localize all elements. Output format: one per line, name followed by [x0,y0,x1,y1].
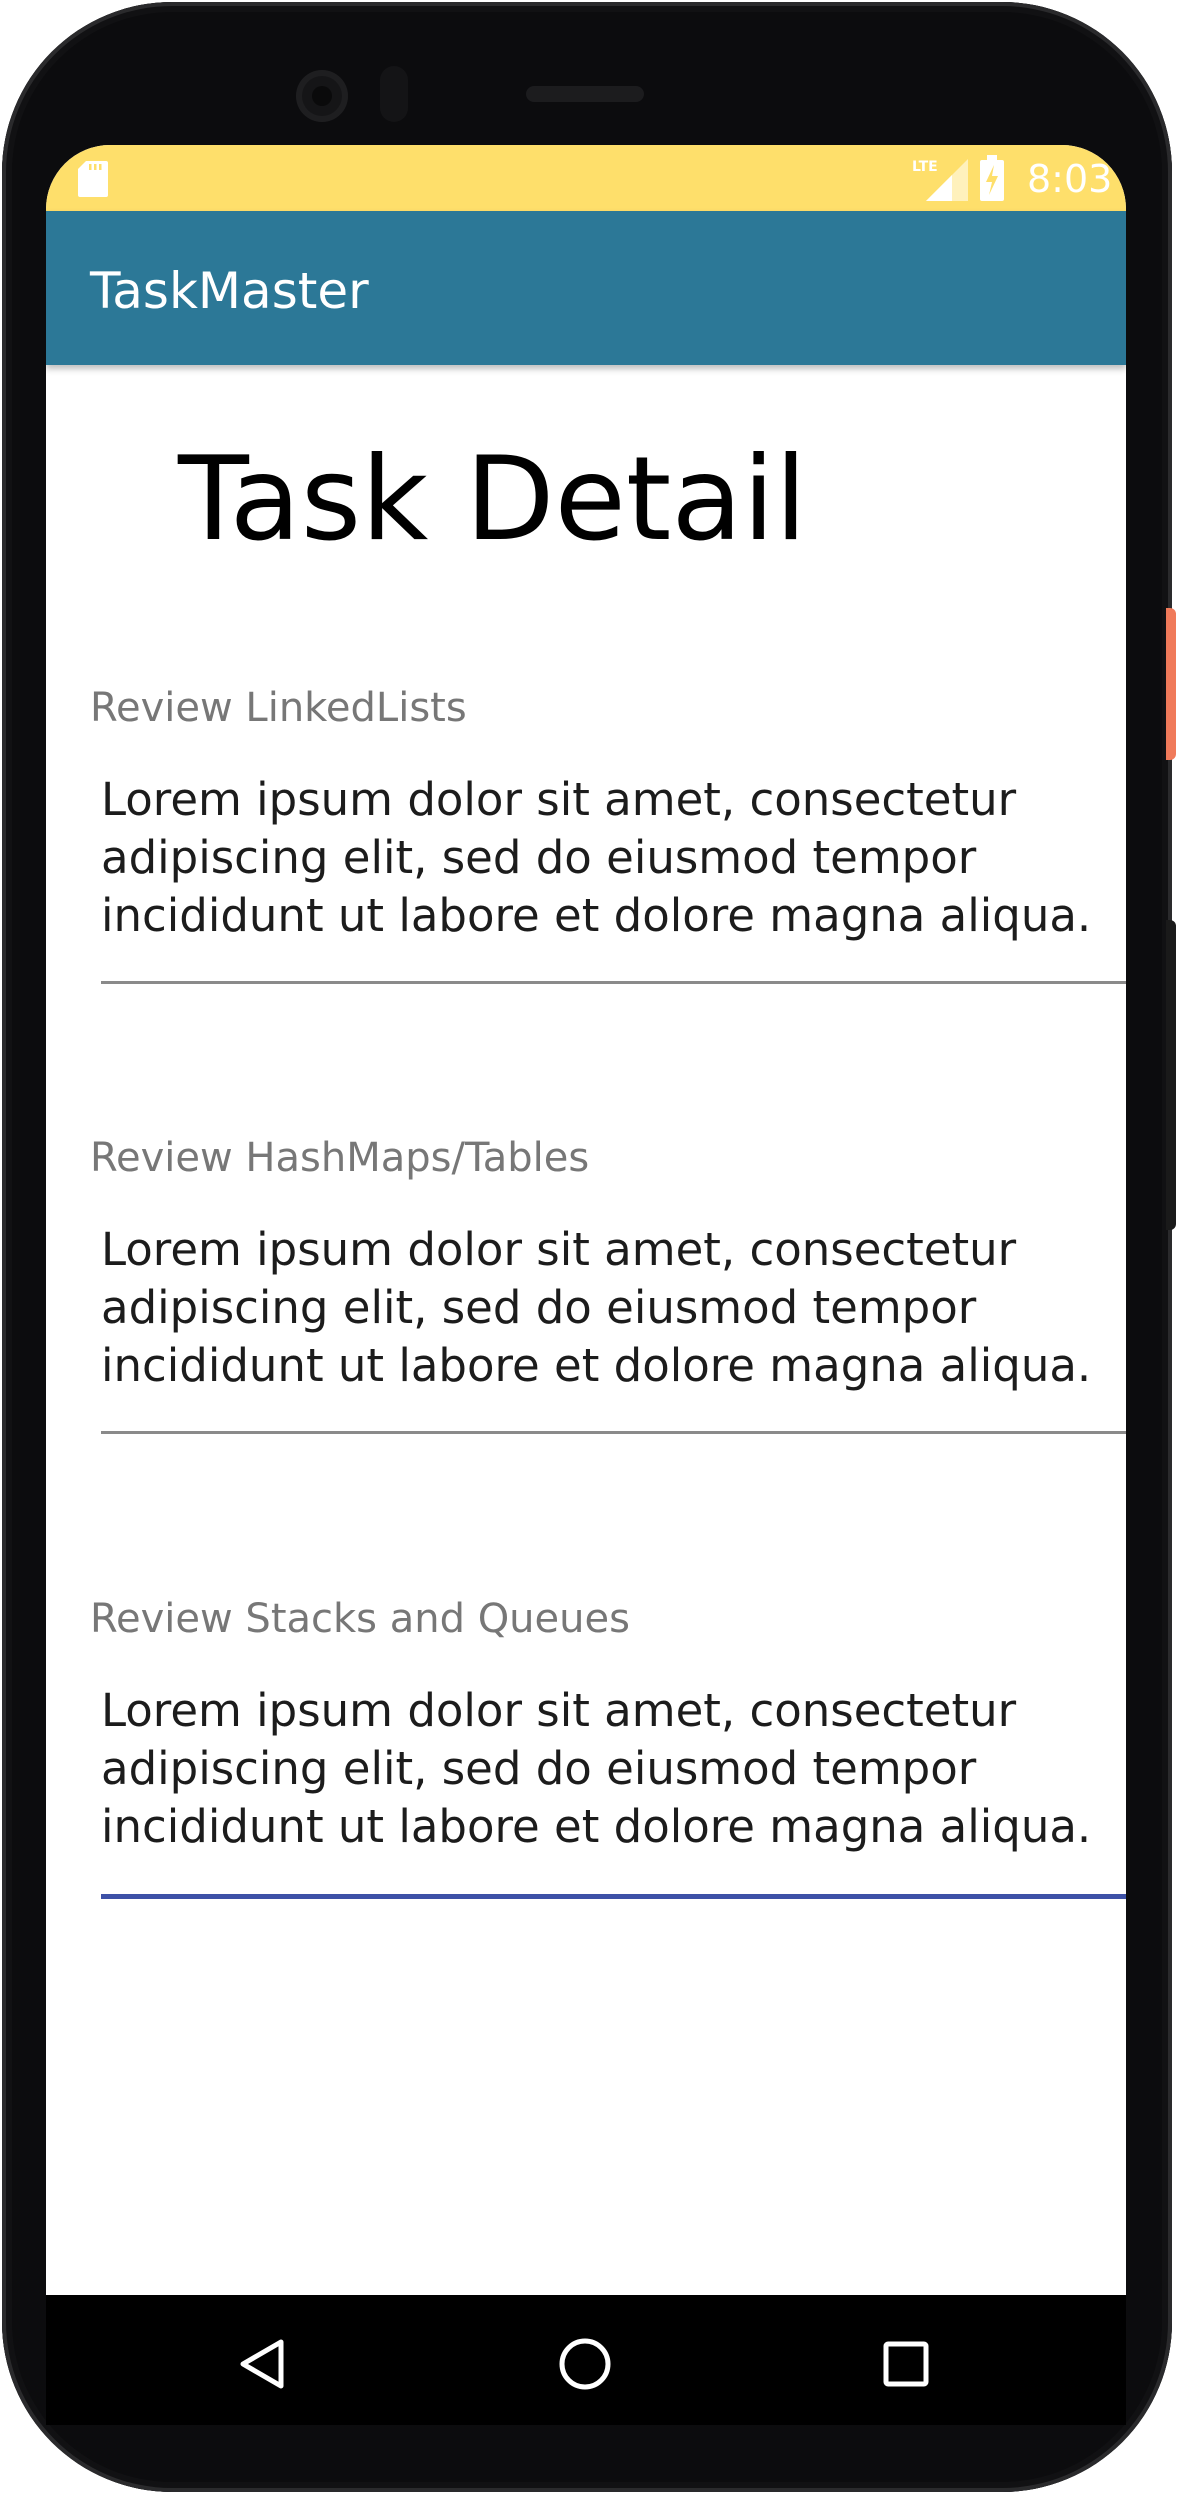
app-bar: TaskMaster [46,211,1126,365]
task-label: Review LinkedLists [90,685,467,731]
proximity-sensor [380,66,408,122]
task-description-field[interactable]: Lorem ipsum dolor sit amet, consectetur … [101,1221,1126,1395]
back-triangle-icon[interactable] [239,2338,285,2390]
task-description-field[interactable]: Lorem ipsum dolor sit amet, consectetur … [101,771,1126,945]
status-time: 8:03 [1027,157,1113,201]
lte-signal-icon: LTE [912,159,968,201]
volume-button [1166,920,1176,1230]
page-title: Task Detail [178,432,807,567]
earpiece-speaker [526,86,644,102]
status-bar: LTE 8:03 [46,145,1126,211]
task-label: Review HashMaps/Tables [90,1135,590,1181]
field-underline [101,981,1126,984]
navigation-bar [46,2295,1126,2425]
home-circle-icon[interactable] [558,2337,612,2391]
recents-square-icon[interactable] [883,2341,929,2387]
field-underline [101,1431,1126,1434]
screen: LTE 8:03 TaskMaster Task Detail Review L… [46,145,1126,2295]
task-label: Review Stacks and Queues [90,1596,630,1642]
task-description-field[interactable]: Lorem ipsum dolor sit amet, consectetur … [101,1682,1126,1856]
front-camera [296,70,348,122]
power-button [1166,608,1176,760]
field-underline-focused [101,1894,1126,1899]
svg-text:LTE: LTE [912,159,938,175]
sd-card-icon [78,161,108,197]
battery-charging-icon [980,155,1004,201]
app-title: TaskMaster [90,262,369,320]
